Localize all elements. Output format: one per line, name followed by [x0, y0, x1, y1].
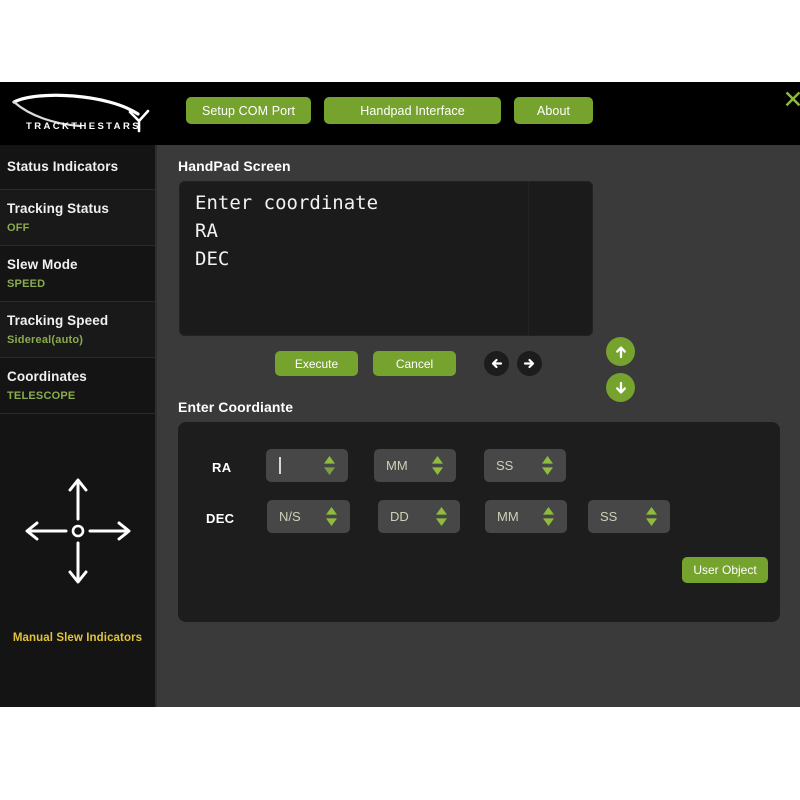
- ra-hours-spin-arrows-icon[interactable]: [323, 455, 336, 476]
- dec-northsouth-stepper[interactable]: N/S: [267, 500, 350, 533]
- nav-about[interactable]: About: [514, 97, 593, 124]
- sidebar-item-tracking-speed: Tracking Speed Sidereal(auto): [0, 302, 155, 358]
- slew-mode-value: SPEED: [7, 276, 155, 292]
- sidebar-item-slew-mode: Slew Mode SPEED: [0, 246, 155, 302]
- cancel-button[interactable]: Cancel: [373, 351, 456, 376]
- sidebar-item-tracking-status: Tracking Status OFF: [0, 190, 155, 246]
- user-object-button[interactable]: User Object: [682, 557, 768, 583]
- handpad-screen-display[interactable]: Enter coordinate RA DEC: [179, 181, 593, 336]
- dec-northsouth-spin-arrows-icon[interactable]: [325, 506, 338, 527]
- ra-row-label: RA: [212, 460, 231, 475]
- handpad-screen-heading: HandPad Screen: [178, 158, 291, 174]
- dec-seconds-spin-arrows-icon[interactable]: [645, 506, 658, 527]
- dec-minutes-spin-arrows-icon[interactable]: [542, 506, 555, 527]
- coordinates-value: TELESCOPE: [7, 388, 155, 404]
- ra-hours-stepper[interactable]: [266, 449, 348, 482]
- text-caret: [279, 457, 281, 474]
- execute-button[interactable]: Execute: [275, 351, 358, 376]
- ra-minutes-stepper[interactable]: MM: [374, 449, 456, 482]
- enter-coordinate-heading: Enter Coordiante: [178, 399, 293, 415]
- arrow-up-icon[interactable]: [606, 337, 635, 366]
- dec-degrees-stepper[interactable]: DD: [378, 500, 460, 533]
- nav-setup-com-port[interactable]: Setup COM Port: [186, 97, 311, 124]
- manual-slew-indicators-label: Manual Slew Indicators: [0, 632, 155, 644]
- application-window: TRACKTHESTARS Setup COM Port Handpad Int…: [0, 82, 800, 707]
- status-indicators-heading: Status Indicators: [7, 157, 155, 176]
- ra-seconds-stepper[interactable]: SS: [484, 449, 566, 482]
- close-icon[interactable]: ✕: [782, 86, 800, 114]
- ra-seconds-spin-arrows-icon[interactable]: [541, 455, 554, 476]
- arrow-down-icon[interactable]: [606, 373, 635, 402]
- ra-seconds-value: SS: [496, 449, 513, 482]
- arrow-right-icon[interactable]: [517, 351, 542, 376]
- dec-seconds-value: SS: [600, 500, 617, 533]
- tracking-speed-value: Sidereal(auto): [7, 332, 155, 348]
- tracking-status-value: OFF: [7, 220, 155, 236]
- logo-wordmark: TRACKTHESTARS: [26, 121, 141, 132]
- handpad-line-1: Enter coordinate: [195, 189, 593, 217]
- ra-minutes-value: MM: [386, 449, 408, 482]
- sidebar-heading-row: Status Indicators: [0, 145, 155, 190]
- nav-handpad-interface[interactable]: Handpad Interface: [324, 97, 501, 124]
- top-bar: TRACKTHESTARS Setup COM Port Handpad Int…: [0, 82, 800, 145]
- main-content: HandPad Screen Enter coordinate RA DEC E…: [159, 145, 800, 707]
- dec-seconds-stepper[interactable]: SS: [588, 500, 670, 533]
- coordinates-label: Coordinates: [7, 367, 155, 386]
- sidebar-item-coordinates: Coordinates TELESCOPE: [0, 358, 155, 414]
- tracking-speed-label: Tracking Speed: [7, 311, 155, 330]
- dec-minutes-value: MM: [497, 500, 519, 533]
- dec-northsouth-value: N/S: [279, 500, 301, 533]
- coordinate-entry-panel: RA DEC MM: [178, 422, 780, 622]
- handpad-line-2: RA: [195, 217, 593, 245]
- manual-slew-compass-icon: [0, 475, 155, 635]
- trackthestars-logo: TRACKTHESTARS: [8, 88, 166, 138]
- dec-degrees-value: DD: [390, 500, 409, 533]
- status-sidebar: Status Indicators Tracking Status OFF Sl…: [0, 145, 157, 707]
- arrow-left-icon[interactable]: [484, 351, 509, 376]
- handpad-line-3: DEC: [195, 245, 593, 273]
- dec-minutes-stepper[interactable]: MM: [485, 500, 567, 533]
- dec-row-label: DEC: [206, 511, 234, 526]
- slew-mode-label: Slew Mode: [7, 255, 155, 274]
- dec-degrees-spin-arrows-icon[interactable]: [435, 506, 448, 527]
- tracking-status-label: Tracking Status: [7, 199, 155, 218]
- ra-minutes-spin-arrows-icon[interactable]: [431, 455, 444, 476]
